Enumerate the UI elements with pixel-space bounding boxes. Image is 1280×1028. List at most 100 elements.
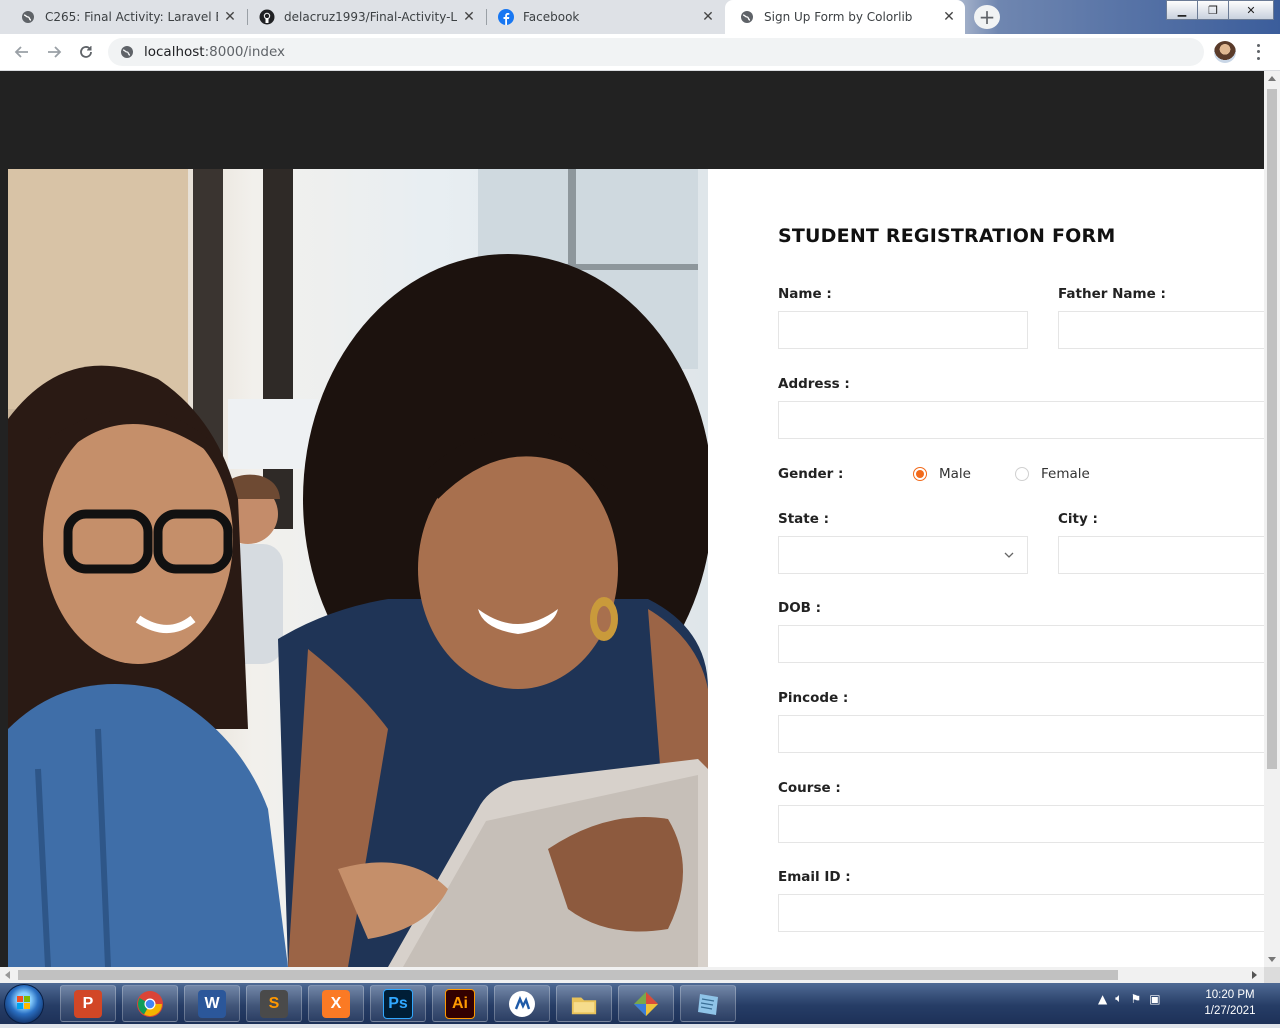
taskbar-clock[interactable]: 10:20 PM 1/27/2021: [1196, 987, 1264, 1019]
email-input[interactable]: [778, 894, 1264, 932]
tab-sign-up-form[interactable]: Sign Up Form by Colorlib ✕: [725, 0, 965, 34]
taskbar-powerpoint[interactable]: P: [60, 985, 116, 1022]
taskbar-chrome[interactable]: [122, 985, 178, 1022]
gender-female-radio[interactable]: Female: [1015, 466, 1090, 482]
word-icon: W: [198, 989, 226, 1018]
close-tab-icon[interactable]: ✕: [461, 9, 477, 25]
hero-image-students-with-tablet: [8, 169, 708, 967]
state-select[interactable]: [778, 536, 1028, 574]
taskbar-photoshop[interactable]: Ps: [370, 985, 426, 1022]
windows-taskbar: P W S X Ps Ai ▲ 🔈︎ ⚑ ▣ 10:20 PM 1/27/202…: [0, 983, 1280, 1024]
father-name-label: Father Name :: [1058, 286, 1166, 302]
page-viewport: STUDENT REGISTRATION FORM Name : Father …: [0, 71, 1264, 967]
profile-avatar[interactable]: [1214, 41, 1236, 63]
email-label: Email ID :: [778, 869, 851, 885]
taskbar-word[interactable]: W: [184, 985, 240, 1022]
radio-unchecked-icon: [1015, 467, 1029, 481]
address-input[interactable]: [778, 401, 1264, 439]
address-bar[interactable]: localhost:8000/index: [108, 38, 1204, 66]
gender-male-radio[interactable]: Male: [913, 466, 971, 482]
paint-tool-icon: [632, 990, 660, 1018]
gender-label: Gender :: [778, 466, 844, 482]
new-tab-button[interactable]: +: [974, 5, 1000, 29]
taskbar-paint-tool[interactable]: [618, 985, 674, 1022]
tab-strip: C265: Final Activity: Laravel Blade ✕ de…: [0, 0, 1280, 34]
site-info-icon[interactable]: [118, 43, 136, 61]
scroll-down-arrow-icon[interactable]: [1268, 957, 1276, 962]
city-input[interactable]: [1058, 536, 1264, 574]
taskbar-sublime-text[interactable]: S: [246, 985, 302, 1022]
taskbar-app-circle[interactable]: [494, 985, 550, 1022]
tab-github-repo[interactable]: delacruz1993/Final-Activity-Laravel ✕: [245, 0, 485, 34]
tab-title: Facebook: [523, 10, 580, 24]
notepad-tool-icon: [694, 990, 722, 1018]
volume-icon[interactable]: 🔈︎: [1115, 991, 1122, 1006]
dob-input[interactable]: [778, 625, 1264, 663]
photoshop-icon: Ps: [383, 988, 413, 1019]
course-input[interactable]: [778, 805, 1264, 843]
url-host: localhost: [144, 44, 205, 60]
globe-icon: [20, 9, 36, 25]
sublime-text-icon: S: [260, 989, 288, 1018]
tab-laravel-blade[interactable]: C265: Final Activity: Laravel Blade ✕: [6, 0, 246, 34]
scroll-right-arrow-icon[interactable]: [1252, 971, 1257, 979]
gender-female-label: Female: [1041, 466, 1090, 482]
clock-date: 1/27/2021: [1204, 1005, 1256, 1017]
vertical-scroll-thumb[interactable]: [1267, 89, 1277, 769]
scroll-left-arrow-icon[interactable]: [5, 971, 10, 979]
radio-checked-icon: [913, 467, 927, 481]
address-label: Address :: [778, 376, 850, 392]
close-tab-icon[interactable]: ✕: [222, 9, 238, 25]
clock-time: 10:20 PM: [1205, 989, 1255, 1001]
browser-menu-icon[interactable]: [1250, 42, 1266, 62]
state-label: State :: [778, 511, 829, 527]
chrome-icon: [136, 990, 164, 1018]
page-header-bar: [0, 71, 1264, 169]
horizontal-scroll-thumb[interactable]: [18, 970, 1118, 980]
tab-title: delacruz1993/Final-Activity-Laravel: [284, 10, 457, 24]
window-controls: ▁ ❐ ✕: [1166, 0, 1274, 20]
scrollbar-corner: [1264, 967, 1280, 983]
pincode-input[interactable]: [778, 715, 1264, 753]
taskbar-notepad-tool[interactable]: [680, 985, 736, 1022]
folder-icon: [570, 990, 598, 1018]
system-tray: ▲ 🔈︎ ⚑ ▣: [1098, 991, 1161, 1006]
city-label: City :: [1058, 511, 1098, 527]
horizontal-scrollbar[interactable]: [0, 967, 1264, 983]
tab-title: C265: Final Activity: Laravel Blade: [45, 10, 218, 24]
scroll-up-arrow-icon[interactable]: [1268, 76, 1276, 81]
vertical-scrollbar[interactable]: [1264, 71, 1280, 967]
illustrator-icon: Ai: [445, 988, 475, 1019]
maximize-button[interactable]: ❐: [1197, 0, 1229, 20]
taskbar-illustrator[interactable]: Ai: [432, 985, 488, 1022]
tab-title: Sign Up Form by Colorlib: [764, 10, 913, 24]
start-button[interactable]: [4, 984, 44, 1024]
close-tab-icon[interactable]: ✕: [700, 9, 716, 25]
pincode-label: Pincode :: [778, 690, 849, 706]
chevron-down-icon: [1004, 552, 1014, 558]
close-window-button[interactable]: ✕: [1228, 0, 1274, 20]
minimize-button[interactable]: ▁: [1166, 0, 1198, 20]
gender-male-label: Male: [939, 466, 971, 482]
action-center-flag-icon[interactable]: ⚑: [1130, 992, 1141, 1006]
url-path: :8000/index: [204, 44, 285, 60]
back-arrow-icon[interactable]: [10, 40, 34, 64]
course-label: Course :: [778, 780, 841, 796]
browser-toolbar: localhost:8000/index: [0, 34, 1280, 71]
url-text: localhost:8000/index: [144, 44, 285, 60]
github-icon: [259, 9, 275, 25]
tab-facebook[interactable]: Facebook ✕: [484, 0, 724, 34]
powerpoint-icon: P: [74, 989, 102, 1018]
globe-icon: [739, 9, 755, 25]
taskbar-file-explorer[interactable]: [556, 985, 612, 1022]
network-icon[interactable]: ▣: [1149, 992, 1160, 1006]
name-label: Name :: [778, 286, 832, 302]
forward-arrow-icon[interactable]: [42, 40, 66, 64]
reload-icon[interactable]: [74, 40, 98, 64]
facebook-icon: [498, 9, 514, 25]
show-hidden-icons-icon[interactable]: ▲: [1098, 992, 1107, 1006]
taskbar-xampp[interactable]: X: [308, 985, 364, 1022]
name-input[interactable]: [778, 311, 1028, 349]
father-name-input[interactable]: [1058, 311, 1264, 349]
close-tab-icon[interactable]: ✕: [941, 9, 957, 25]
